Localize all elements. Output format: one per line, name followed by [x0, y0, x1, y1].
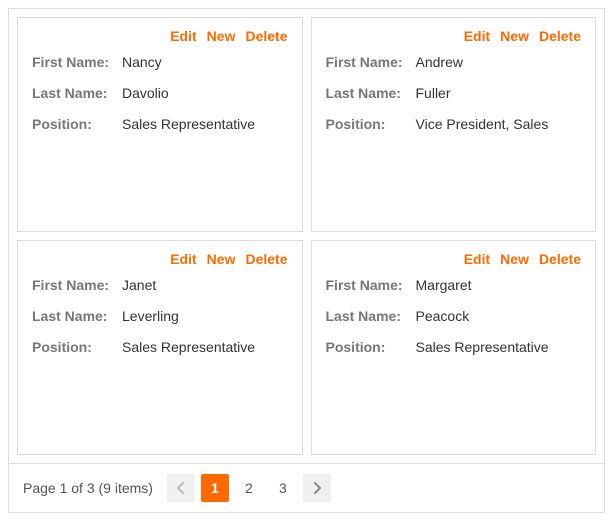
first-name-row: First Name: Nancy: [32, 54, 288, 71]
page-number-button[interactable]: 1: [201, 474, 229, 502]
card-actions: Edit New Delete: [32, 28, 288, 44]
edit-button[interactable]: Edit: [464, 251, 490, 267]
first-name-label: First Name:: [326, 277, 416, 294]
delete-button[interactable]: Delete: [539, 28, 581, 44]
last-name-row: Last Name: Davolio: [32, 85, 288, 102]
employee-card: Edit New Delete First Name: Andrew Last …: [311, 17, 597, 232]
delete-button[interactable]: Delete: [539, 251, 581, 267]
new-button[interactable]: New: [500, 251, 529, 267]
last-name-value: Fuller: [416, 85, 451, 102]
edit-button[interactable]: Edit: [170, 28, 196, 44]
last-name-value: Peacock: [416, 308, 470, 325]
chevron-right-icon: [312, 482, 322, 494]
first-name-value: Andrew: [416, 54, 463, 71]
position-row: Position: Sales Representative: [32, 339, 288, 356]
first-name-value: Janet: [122, 277, 156, 294]
page-number-button[interactable]: 2: [235, 474, 263, 502]
card-grid: Edit New Delete First Name: Nancy Last N…: [9, 9, 604, 463]
last-name-label: Last Name:: [32, 85, 122, 102]
edit-button[interactable]: Edit: [464, 28, 490, 44]
delete-button[interactable]: Delete: [245, 28, 287, 44]
first-name-value: Margaret: [416, 277, 472, 294]
card-actions: Edit New Delete: [32, 251, 288, 267]
position-label: Position:: [32, 116, 122, 133]
position-value: Sales Representative: [416, 339, 549, 356]
last-name-value: Davolio: [122, 85, 169, 102]
pager-info-text: Page 1 of 3 (9 items): [23, 480, 153, 496]
last-name-label: Last Name:: [32, 308, 122, 325]
data-grid-container: Edit New Delete First Name: Nancy Last N…: [8, 8, 605, 513]
new-button[interactable]: New: [500, 28, 529, 44]
position-row: Position: Vice President, Sales: [326, 116, 582, 133]
position-value: Sales Representative: [122, 339, 255, 356]
first-name-row: First Name: Andrew: [326, 54, 582, 71]
last-name-label: Last Name:: [326, 308, 416, 325]
employee-card: Edit New Delete First Name: Janet Last N…: [17, 240, 303, 455]
position-label: Position:: [326, 116, 416, 133]
new-button[interactable]: New: [207, 251, 236, 267]
position-value: Sales Representative: [122, 116, 255, 133]
page-number-button[interactable]: 3: [269, 474, 297, 502]
position-label: Position:: [32, 339, 122, 356]
last-name-label: Last Name:: [326, 85, 416, 102]
edit-button[interactable]: Edit: [170, 251, 196, 267]
first-name-label: First Name:: [326, 54, 416, 71]
position-value: Vice President, Sales: [416, 116, 549, 133]
first-name-row: First Name: Margaret: [326, 277, 582, 294]
last-name-value: Leverling: [122, 308, 179, 325]
prev-page-button[interactable]: [167, 474, 195, 502]
card-actions: Edit New Delete: [326, 251, 582, 267]
delete-button[interactable]: Delete: [245, 251, 287, 267]
pager-nav: 1 2 3: [167, 474, 331, 502]
last-name-row: Last Name: Fuller: [326, 85, 582, 102]
first-name-label: First Name:: [32, 54, 122, 71]
employee-card: Edit New Delete First Name: Nancy Last N…: [17, 17, 303, 232]
position-row: Position: Sales Representative: [326, 339, 582, 356]
first-name-row: First Name: Janet: [32, 277, 288, 294]
new-button[interactable]: New: [207, 28, 236, 44]
first-name-label: First Name:: [32, 277, 122, 294]
employee-card: Edit New Delete First Name: Margaret Las…: [311, 240, 597, 455]
position-row: Position: Sales Representative: [32, 116, 288, 133]
chevron-left-icon: [176, 482, 186, 494]
last-name-row: Last Name: Peacock: [326, 308, 582, 325]
next-page-button[interactable]: [303, 474, 331, 502]
pager: Page 1 of 3 (9 items) 1 2 3: [9, 463, 604, 512]
card-actions: Edit New Delete: [326, 28, 582, 44]
first-name-value: Nancy: [122, 54, 162, 71]
position-label: Position:: [326, 339, 416, 356]
last-name-row: Last Name: Leverling: [32, 308, 288, 325]
